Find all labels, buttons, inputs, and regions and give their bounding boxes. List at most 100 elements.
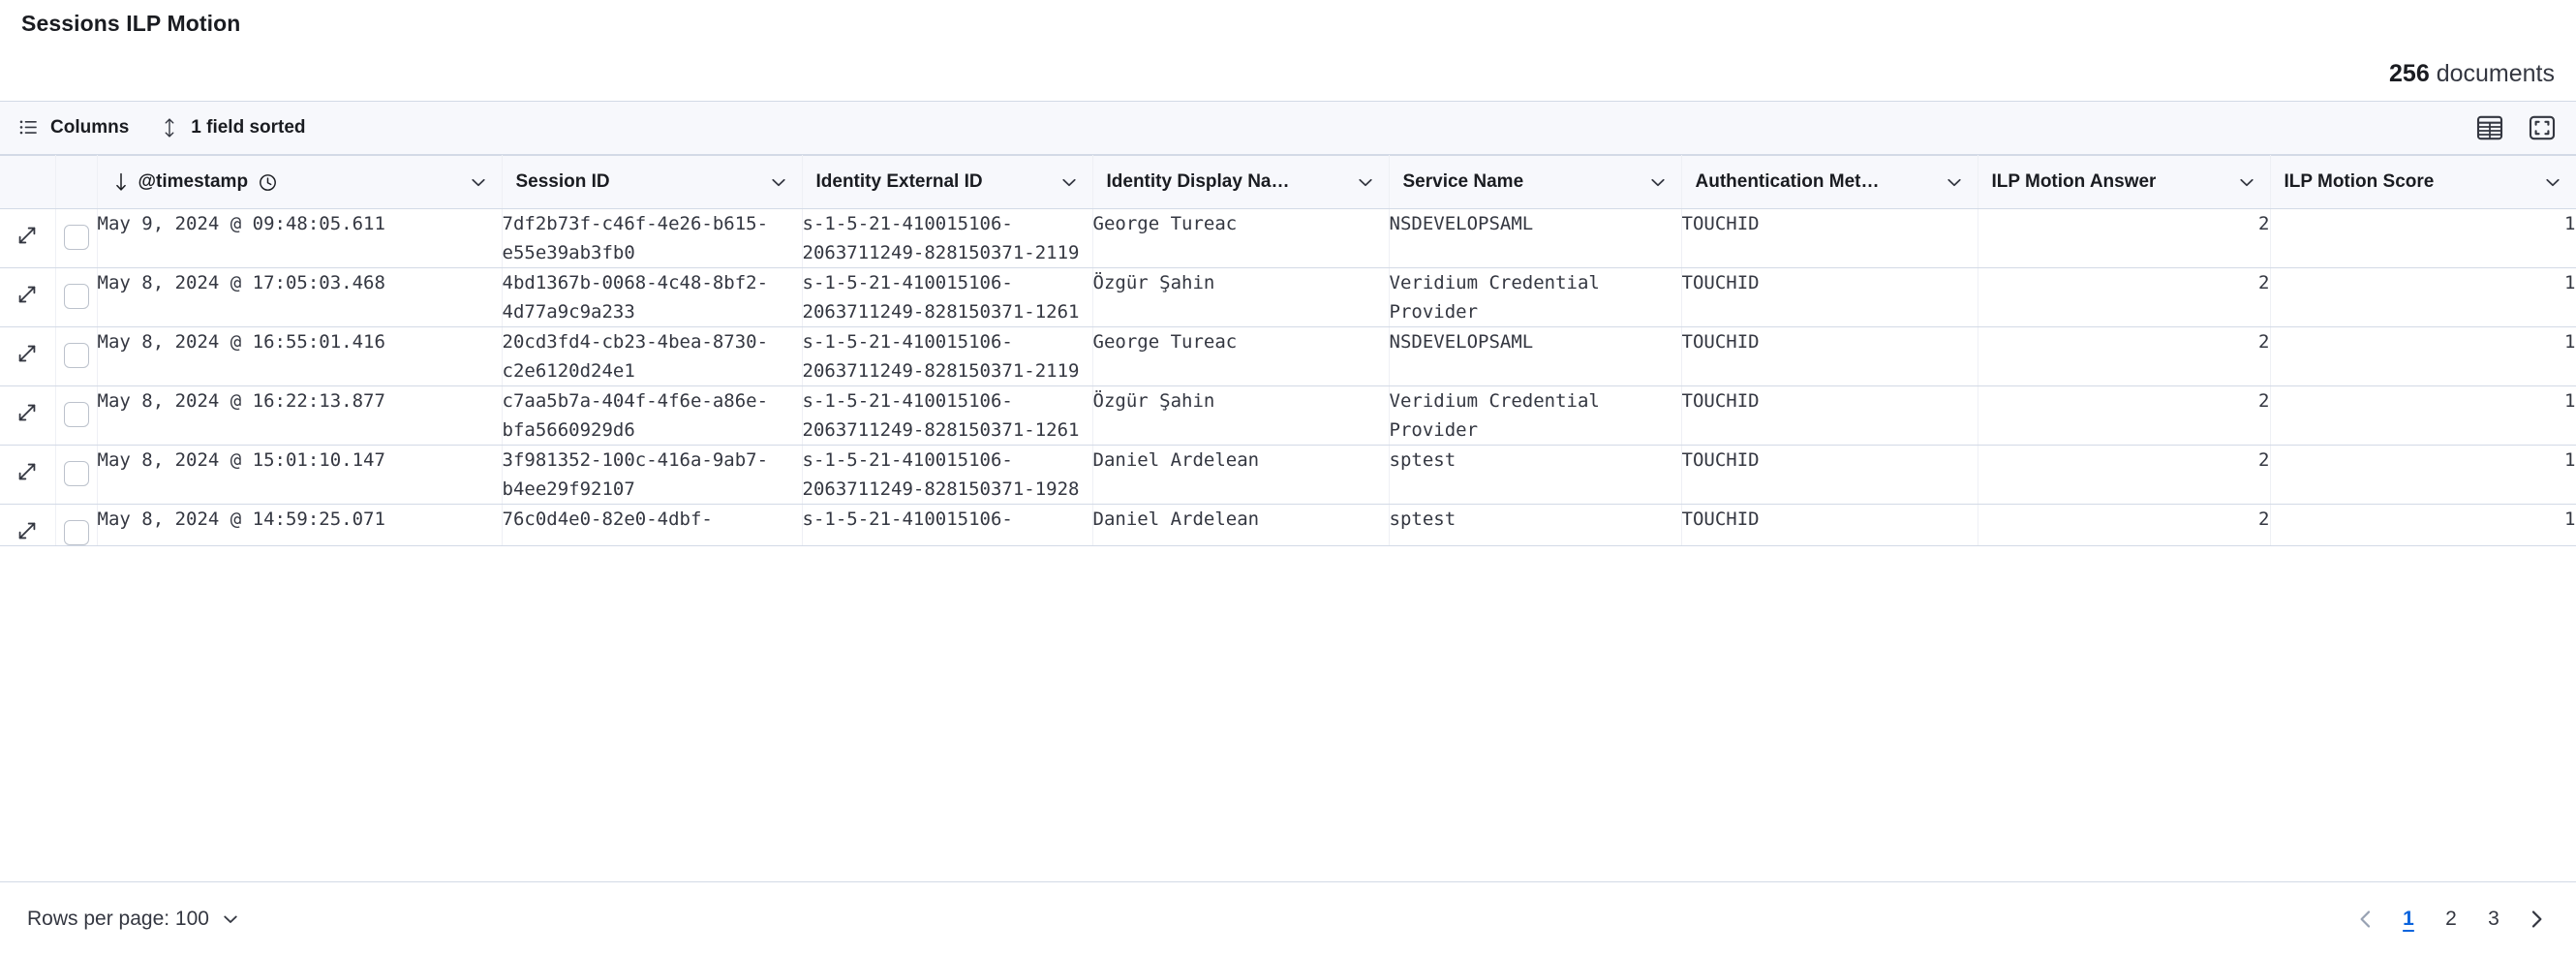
cell-authmet: TOUCHID: [1681, 446, 1978, 505]
expand-row-icon[interactable]: [0, 268, 55, 305]
document-count: 256 documents: [2389, 60, 2555, 88]
column-header-select: [55, 156, 97, 209]
table-row[interactable]: May 8, 2024 @ 14:59:25.07176c0d4e0-82e0-…: [0, 505, 2576, 546]
data-grid-scroll-area[interactable]: @timestamp Session IDIdentity External ID…: [0, 155, 2576, 881]
expand-row-cell[interactable]: [0, 268, 55, 327]
expand-row-icon[interactable]: [0, 446, 55, 482]
expand-row-cell[interactable]: [0, 386, 55, 446]
cell-dispname: Özgür Şahin: [1092, 386, 1389, 446]
grid-footer: Rows per page: 100 123: [0, 881, 2576, 955]
expand-row-icon[interactable]: [0, 505, 55, 541]
chevron-down-icon[interactable]: [1945, 172, 1964, 192]
row-select-cell[interactable]: [55, 268, 97, 327]
table-row[interactable]: May 8, 2024 @ 17:05:03.4684bd1367b-0068-…: [0, 268, 2576, 327]
columns-button[interactable]: Columns: [17, 113, 131, 142]
column-header-dispname[interactable]: Identity Display Na…: [1092, 156, 1389, 209]
expand-row-cell[interactable]: [0, 327, 55, 386]
cell-answer: 2: [1978, 505, 2270, 546]
cell-answer: 2: [1978, 327, 2270, 386]
chevron-down-icon[interactable]: [1648, 172, 1668, 192]
sort-descending-icon: [111, 171, 131, 193]
row-select-cell[interactable]: [55, 446, 97, 505]
row-checkbox[interactable]: [64, 461, 89, 486]
cell-service: Veridium Credential Provider: [1389, 386, 1681, 446]
cell-dispname: Daniel Ardelean: [1092, 446, 1389, 505]
chevron-down-icon[interactable]: [1356, 172, 1375, 192]
chevron-down-icon[interactable]: [2237, 172, 2256, 192]
document-count-bar: 256 documents: [0, 46, 2576, 101]
grid-header-row: @timestamp Session IDIdentity External ID…: [0, 156, 2576, 209]
cell-dispname: George Tureac: [1092, 209, 1389, 268]
column-header-answer[interactable]: ILP Motion Answer: [1978, 156, 2270, 209]
column-header-expand: [0, 156, 55, 209]
row-select-cell[interactable]: [55, 209, 97, 268]
column-header-authmet[interactable]: Authentication Met…: [1681, 156, 1978, 209]
cell-service: sptest: [1389, 505, 1681, 546]
cell-answer: 2: [1978, 209, 2270, 268]
cell-service: NSDEVELOPSAML: [1389, 209, 1681, 268]
row-checkbox[interactable]: [64, 402, 89, 427]
row-select-cell[interactable]: [55, 505, 97, 546]
cell-session: 20cd3fd4-cb23-4bea-8730-c2e6120d24e1: [502, 327, 802, 386]
column-header-timestamp[interactable]: @timestamp: [97, 156, 502, 209]
expand-row-icon[interactable]: [0, 327, 55, 364]
cell-extid: s-1-5-21-410015106-2063711249-828150371-…: [802, 268, 1092, 327]
column-header-label: @timestamp: [138, 171, 249, 193]
chevron-down-icon: [221, 909, 240, 929]
table-row[interactable]: May 8, 2024 @ 16:55:01.41620cd3fd4-cb23-…: [0, 327, 2576, 386]
column-header-score[interactable]: ILP Motion Score: [2270, 156, 2576, 209]
panel-title-bar: Sessions ILP Motion: [0, 0, 2576, 46]
chevron-down-icon[interactable]: [769, 172, 788, 192]
column-header-label: Service Name: [1403, 171, 1524, 193]
columns-button-label: Columns: [50, 117, 129, 139]
column-header-label: ILP Motion Answer: [1992, 171, 2157, 193]
row-checkbox[interactable]: [64, 284, 89, 309]
pagination-page-2[interactable]: 2: [2433, 901, 2469, 938]
cell-answer: 2: [1978, 446, 2270, 505]
chevron-down-icon[interactable]: [469, 172, 488, 192]
column-header-session[interactable]: Session ID: [502, 156, 802, 209]
display-density-button[interactable]: [2473, 111, 2506, 144]
table-row[interactable]: May 8, 2024 @ 16:22:13.877c7aa5b7a-404f-…: [0, 386, 2576, 446]
chevron-down-icon[interactable]: [2543, 172, 2562, 192]
cell-session: c7aa5b7a-404f-4f6e-a86e-bfa5660929d6: [502, 386, 802, 446]
cell-score: 1: [2270, 386, 2576, 446]
pagination-page-1[interactable]: 1: [2390, 901, 2427, 938]
row-checkbox[interactable]: [64, 520, 89, 545]
cell-answer: 2: [1978, 386, 2270, 446]
expand-row-cell[interactable]: [0, 505, 55, 546]
cell-timestamp: May 8, 2024 @ 14:59:25.071: [97, 505, 502, 546]
pagination-pages: 123: [2390, 901, 2512, 938]
pagination-previous-button[interactable]: [2347, 901, 2384, 938]
column-header-service[interactable]: Service Name: [1389, 156, 1681, 209]
pagination-next-button[interactable]: [2518, 901, 2555, 938]
cell-timestamp: May 9, 2024 @ 09:48:05.611: [97, 209, 502, 268]
pagination-page-3[interactable]: 3: [2475, 901, 2512, 938]
chevron-down-icon[interactable]: [1059, 172, 1079, 192]
row-checkbox[interactable]: [64, 225, 89, 250]
fullscreen-button[interactable]: [2526, 111, 2559, 144]
document-count-number: 256: [2389, 60, 2430, 87]
row-checkbox[interactable]: [64, 343, 89, 368]
table-density-icon: [2475, 113, 2504, 142]
rows-per-page-label: Rows per page: 100: [27, 908, 209, 931]
cell-extid: s-1-5-21-410015106-2063711249-828150371-…: [802, 209, 1092, 268]
cell-session: 3f981352-100c-416a-9ab7-b4ee29f92107: [502, 446, 802, 505]
cell-timestamp: May 8, 2024 @ 17:05:03.468: [97, 268, 502, 327]
expand-row-icon[interactable]: [0, 209, 55, 246]
sort-fields-button[interactable]: 1 field sorted: [158, 113, 307, 142]
grid-body: May 9, 2024 @ 09:48:05.6117df2b73f-c46f-…: [0, 209, 2576, 546]
table-row[interactable]: May 8, 2024 @ 15:01:10.1473f981352-100c-…: [0, 446, 2576, 505]
expand-row-cell[interactable]: [0, 209, 55, 268]
cell-extid: s-1-5-21-410015106-2063711249-828150371-…: [802, 327, 1092, 386]
rows-per-page-button[interactable]: Rows per page: 100: [21, 907, 246, 932]
grid-toolbar: Columns 1 field sorted: [0, 101, 2576, 155]
cell-score: 1: [2270, 505, 2576, 546]
row-select-cell[interactable]: [55, 386, 97, 446]
cell-service: NSDEVELOPSAML: [1389, 327, 1681, 386]
table-row[interactable]: May 9, 2024 @ 09:48:05.6117df2b73f-c46f-…: [0, 209, 2576, 268]
row-select-cell[interactable]: [55, 327, 97, 386]
column-header-extid[interactable]: Identity External ID: [802, 156, 1092, 209]
expand-row-cell[interactable]: [0, 446, 55, 505]
expand-row-icon[interactable]: [0, 386, 55, 423]
